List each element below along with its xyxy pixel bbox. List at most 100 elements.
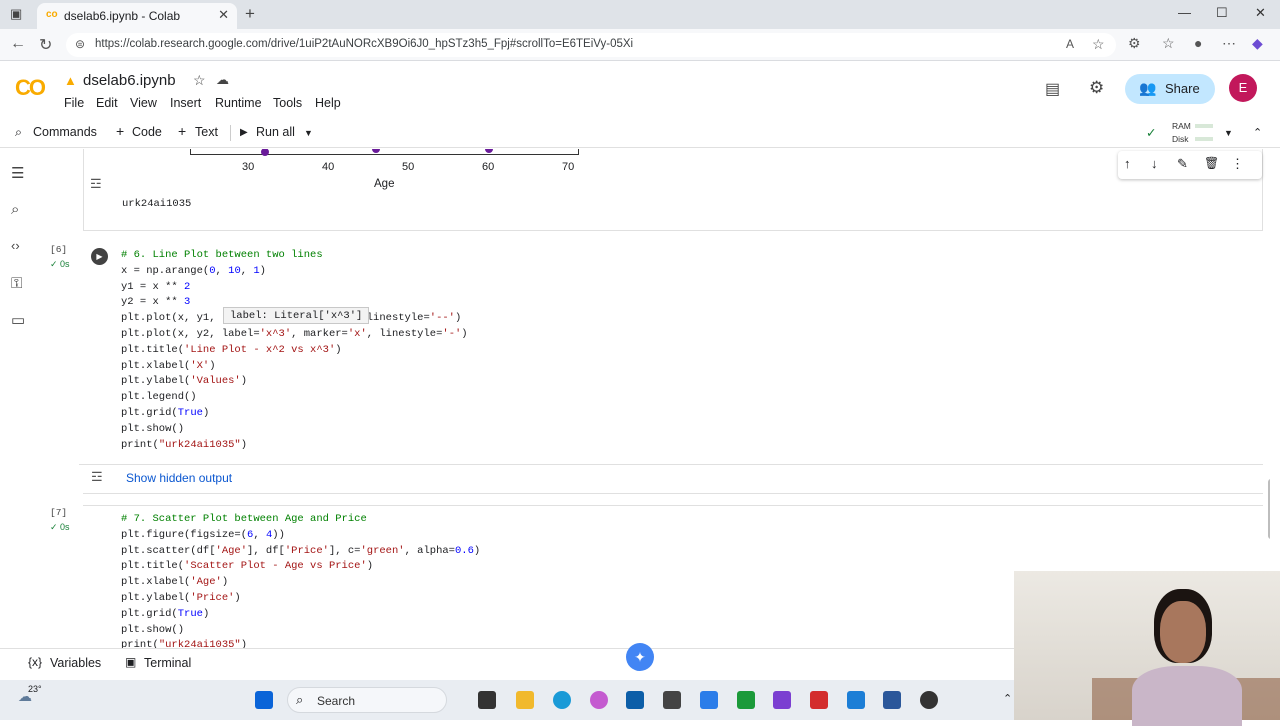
word-icon[interactable] bbox=[883, 691, 901, 709]
left-sidebar: ☰ ⌕ ‹› ⚿ ▭ bbox=[0, 148, 40, 648]
menu-edit[interactable]: Edit bbox=[96, 96, 118, 110]
visual-studio-icon[interactable] bbox=[773, 691, 791, 709]
add-text-icon: + bbox=[178, 123, 187, 139]
share-label: Share bbox=[1165, 81, 1200, 96]
ram-label[interactable]: RAM bbox=[1172, 121, 1191, 131]
settings-gear-icon[interactable]: ⚙ bbox=[1089, 78, 1104, 98]
read-aloud-icon[interactable]: A bbox=[1066, 37, 1074, 51]
menu-runtime[interactable]: Runtime bbox=[215, 96, 262, 110]
webcam-overlay bbox=[1014, 571, 1280, 726]
favorites-icon[interactable]: ☆ bbox=[1162, 35, 1175, 52]
address-bar[interactable]: ⊜ https://colab.research.google.com/driv… bbox=[66, 33, 1116, 57]
variables-button[interactable]: Variables bbox=[50, 656, 101, 670]
vscode-icon[interactable] bbox=[847, 691, 865, 709]
print-output: urk24ai1035 bbox=[122, 198, 192, 210]
menu-help[interactable]: Help bbox=[315, 96, 341, 110]
app-icon[interactable] bbox=[663, 691, 681, 709]
cell-toolbar: ↑ ↓ ✎ 🗑 ⋮ bbox=[1118, 151, 1262, 179]
profile-icon[interactable]: ● bbox=[1194, 35, 1202, 51]
code-editor[interactable]: # 7. Scatter Plot between Age and Price … bbox=[121, 512, 480, 649]
code-snippets-icon[interactable]: ‹› bbox=[11, 238, 20, 253]
browser-tab[interactable]: co dselab6.ipynb - Colab ✕ bbox=[37, 3, 237, 29]
more-menu-icon[interactable]: ⋯ bbox=[1222, 35, 1236, 52]
move-cell-up-icon[interactable]: ↑ bbox=[1124, 156, 1131, 171]
edit-cell-icon[interactable]: ✎ bbox=[1177, 156, 1188, 172]
add-code-icon: + bbox=[116, 123, 125, 139]
plot-axes bbox=[190, 149, 579, 155]
extensions-icon[interactable]: ⚙ bbox=[1128, 35, 1141, 52]
app-icon[interactable] bbox=[700, 691, 718, 709]
xbox-icon[interactable] bbox=[737, 691, 755, 709]
star-icon[interactable]: ☆ bbox=[193, 72, 206, 89]
run-status: ✓ 0s bbox=[50, 259, 70, 269]
run-all-dropdown-icon[interactable]: ▼ bbox=[304, 128, 313, 138]
find-icon[interactable]: ⌕ bbox=[11, 201, 19, 218]
terminal-button[interactable]: Terminal bbox=[144, 656, 191, 670]
file-explorer-icon[interactable] bbox=[516, 691, 534, 709]
more-cell-actions-icon[interactable]: ⋮ bbox=[1231, 156, 1244, 172]
taskbar-search-label: Search bbox=[317, 694, 356, 708]
site-info-icon[interactable]: ⊜ bbox=[75, 37, 85, 51]
previous-cell-output: ☲ 30 40 50 60 70 Age urk24ai1035 bbox=[83, 149, 1263, 231]
resources-dropdown-icon[interactable]: ▼ bbox=[1224, 128, 1233, 138]
run-all-button[interactable]: Run all bbox=[256, 125, 295, 139]
edge-browser-icon[interactable] bbox=[553, 691, 571, 709]
minimize-icon[interactable]: — bbox=[1178, 5, 1191, 20]
play-icon: ▶ bbox=[240, 127, 248, 138]
copilot-app-icon[interactable] bbox=[590, 691, 608, 709]
x-tick-label: 60 bbox=[482, 161, 495, 173]
notebook-scrollbar[interactable] bbox=[1268, 479, 1270, 539]
notebook-toolbar: ⌕ Commands + Code + Text ▶ Run all ▼ ✓ R… bbox=[0, 118, 1280, 148]
new-tab-icon[interactable]: + bbox=[245, 4, 255, 24]
output-actions-icon[interactable]: ☲ bbox=[91, 469, 103, 485]
gemini-sparkle-icon[interactable]: ✦ bbox=[626, 643, 654, 671]
close-tab-icon[interactable]: ✕ bbox=[218, 7, 229, 23]
reload-icon[interactable]: ↻ bbox=[39, 35, 52, 55]
x-tick-label: 30 bbox=[242, 161, 255, 173]
table-of-contents-icon[interactable]: ☰ bbox=[11, 164, 24, 182]
task-view-icon[interactable] bbox=[478, 691, 496, 709]
share-button[interactable]: 👥 Share bbox=[1125, 74, 1215, 104]
signature-tooltip: label: Literal['x^3'] bbox=[223, 307, 370, 324]
menu-view[interactable]: View bbox=[130, 96, 157, 110]
favorite-star-icon[interactable]: ☆ bbox=[1092, 36, 1105, 53]
tab-actions-icon[interactable]: ▣ bbox=[10, 6, 22, 22]
copilot-icon[interactable]: ◆ bbox=[1252, 35, 1263, 52]
menu-insert[interactable]: Insert bbox=[170, 96, 201, 110]
back-icon[interactable]: ← bbox=[10, 35, 26, 53]
x-tick-label: 50 bbox=[402, 161, 415, 173]
windows-start-icon[interactable] bbox=[255, 691, 273, 709]
comments-icon[interactable]: ▤ bbox=[1045, 79, 1060, 99]
menu-tools[interactable]: Tools bbox=[273, 96, 302, 110]
maximize-icon[interactable]: ☐ bbox=[1216, 5, 1228, 21]
notebook-name[interactable]: dselab6.ipynb bbox=[83, 72, 176, 89]
tray-overflow-icon[interactable]: ⌃ bbox=[1003, 692, 1012, 705]
code-editor[interactable]: # 6. Line Plot between two lines x = np.… bbox=[121, 248, 468, 453]
toolbar-divider bbox=[230, 125, 231, 141]
variables-icon: {x} bbox=[28, 655, 43, 669]
disk-label[interactable]: Disk bbox=[1172, 134, 1189, 144]
move-cell-down-icon[interactable]: ↓ bbox=[1151, 156, 1158, 171]
commands-button[interactable]: Commands bbox=[33, 125, 97, 139]
execution-count: [7] bbox=[50, 507, 68, 518]
files-folder-icon[interactable]: ▭ bbox=[11, 311, 25, 329]
x-axis-label: Age bbox=[374, 178, 395, 190]
show-hidden-output-link[interactable]: Show hidden output bbox=[126, 471, 232, 485]
output-actions-icon[interactable]: ☲ bbox=[90, 176, 102, 192]
avatar[interactable]: E bbox=[1229, 74, 1257, 102]
code-cell-6[interactable]: ▶ # 6. Line Plot between two lines x = n… bbox=[79, 242, 1263, 494]
menu-file[interactable]: File bbox=[64, 96, 84, 110]
close-window-icon[interactable]: ✕ bbox=[1255, 5, 1266, 21]
add-code-button[interactable]: Code bbox=[132, 125, 162, 139]
colab-logo[interactable]: CO bbox=[15, 75, 46, 101]
app-icon[interactable] bbox=[920, 691, 938, 709]
taskbar-search[interactable]: ⌕ Search bbox=[287, 687, 447, 713]
store-icon[interactable] bbox=[626, 691, 644, 709]
wps-office-icon[interactable] bbox=[810, 691, 828, 709]
delete-cell-icon[interactable]: 🗑 bbox=[1204, 156, 1219, 170]
secrets-key-icon[interactable]: ⚿ bbox=[11, 275, 22, 292]
person-face bbox=[1160, 601, 1206, 663]
add-text-button[interactable]: Text bbox=[195, 125, 218, 139]
run-cell-button[interactable]: ▶ bbox=[91, 248, 108, 265]
collapse-header-icon[interactable]: ⌃ bbox=[1253, 126, 1262, 139]
